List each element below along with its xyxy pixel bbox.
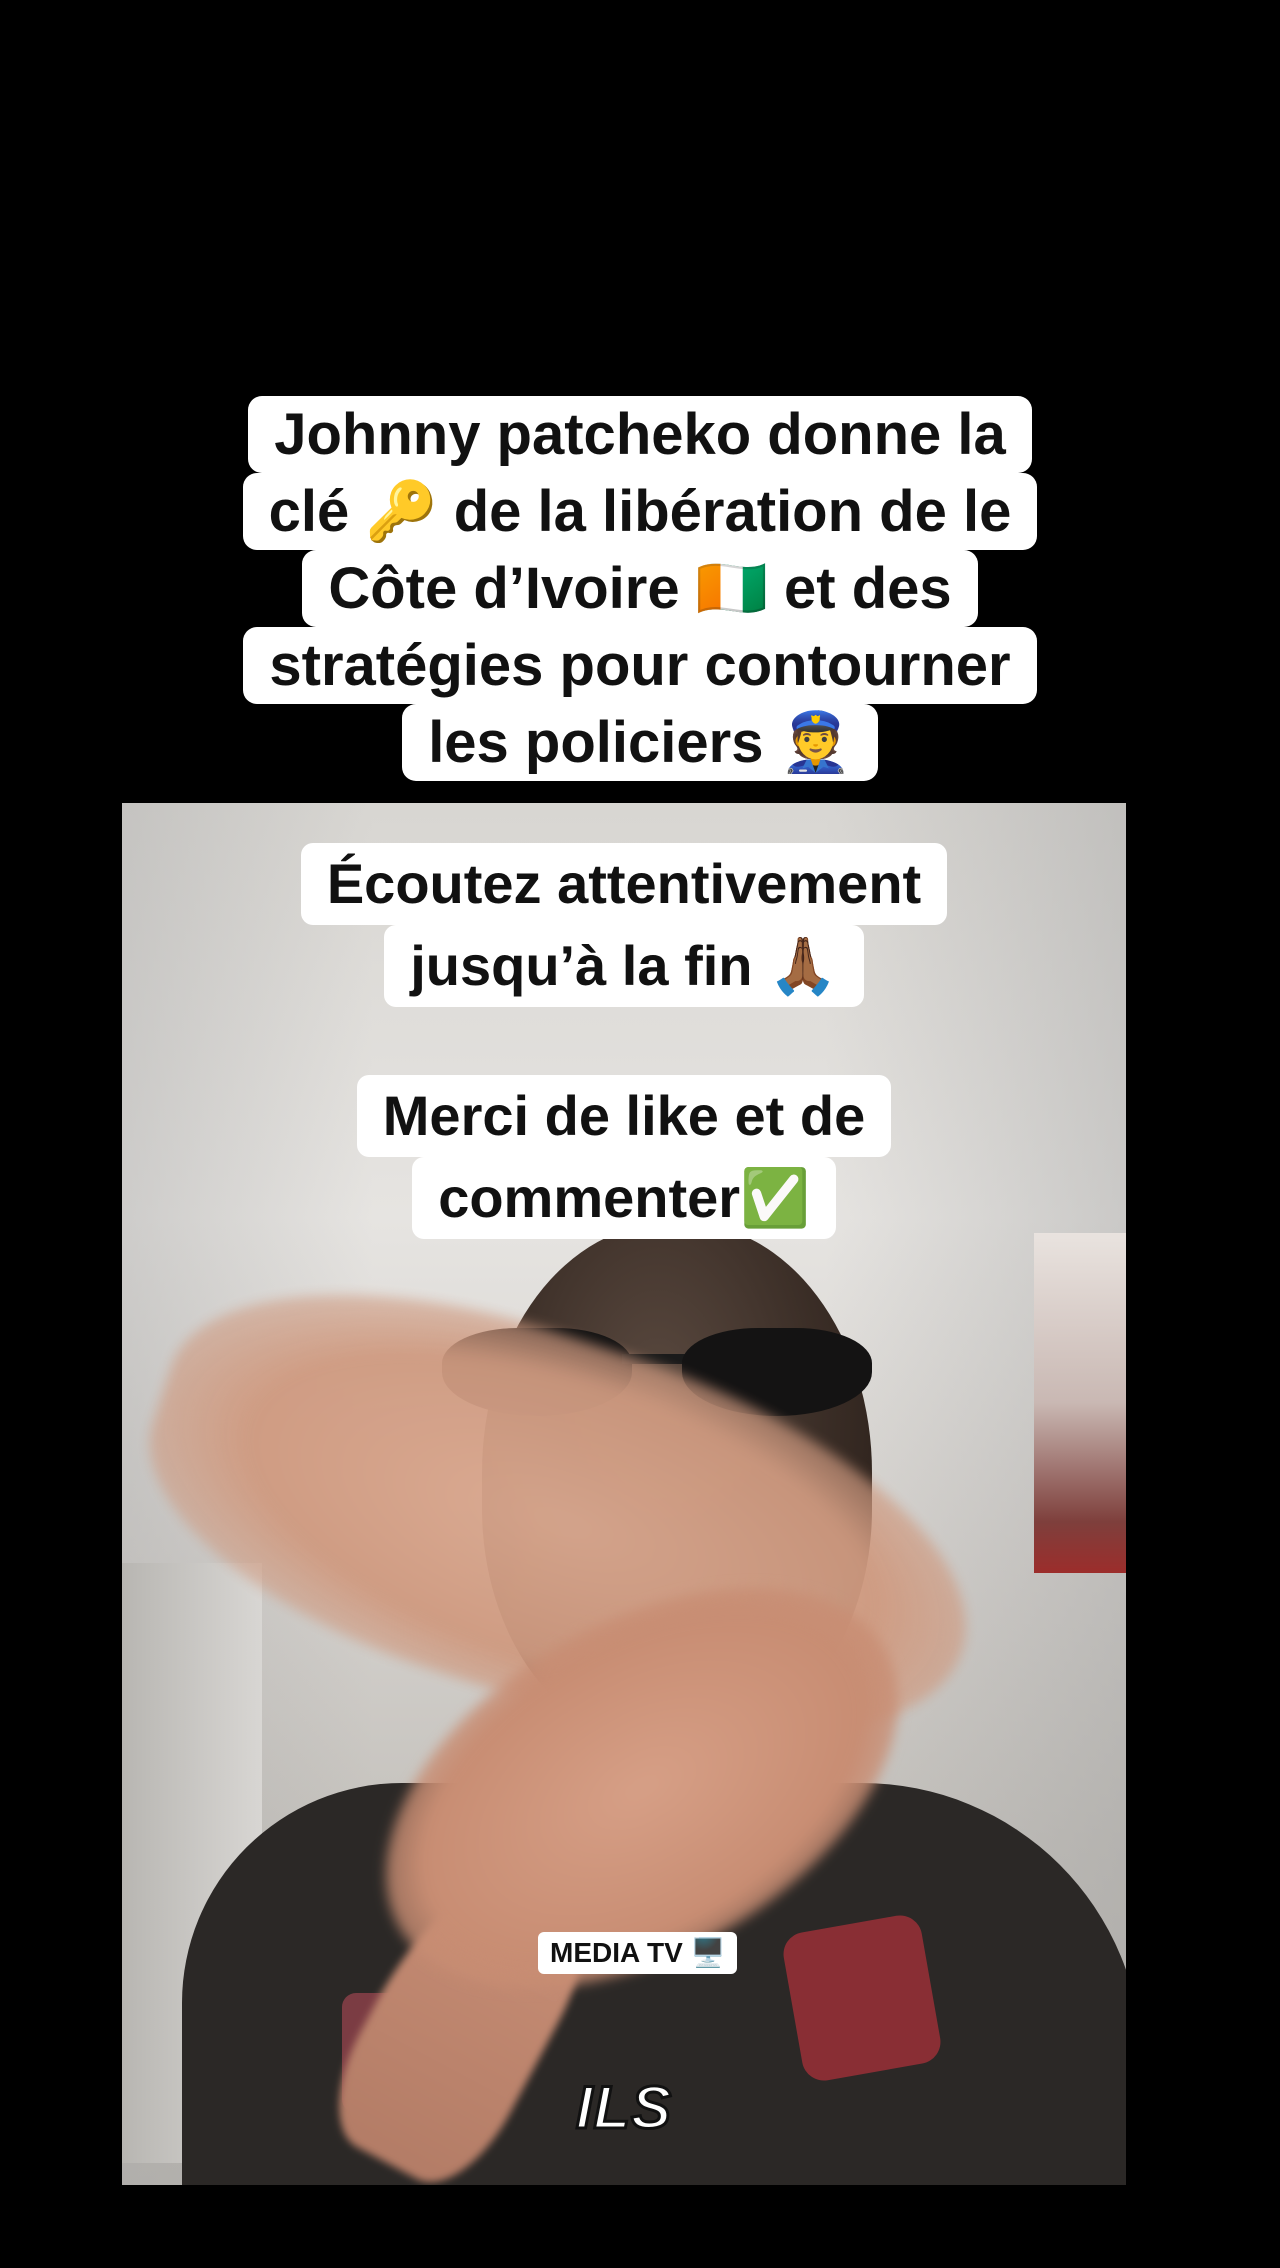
caption-line: jusqu’à la fin 🙏🏾 [384,925,864,1007]
caption-line: les policiers 👮 [402,704,878,781]
caption-line: Merci de like et de [356,1075,892,1157]
video-subtitle-word: ILS [574,2073,673,2143]
video-shirt-logo [780,1911,944,2085]
video-post-screen: Johnny patcheko donne la clé 🔑 de la lib… [0,0,1280,2268]
caption-line: stratégies pour contourner [243,627,1037,704]
caption-line: Johnny patcheko donne la [248,396,1032,473]
video-player[interactable]: Écoutez attentivement jusqu’à la fin 🙏🏾 … [122,803,1126,2185]
caption-line: commenter✅ [412,1157,836,1239]
caption-line: clé 🔑 de la libération de le [242,473,1038,550]
video-wall-poster [1034,1233,1126,1573]
video-caption-listen: Écoutez attentivement jusqu’à la fin 🙏🏾 [122,843,1126,1007]
caption-line: Côte d’Ivoire 🇨🇮 et des [302,550,978,627]
media-tv-badge: MEDIA TV 🖥️ [538,1932,738,1974]
video-caption-like: Merci de like et de commenter✅ [122,1075,1126,1239]
caption-line: Écoutez attentivement [300,843,948,925]
post-title-caption: Johnny patcheko donne la clé 🔑 de la lib… [0,396,1280,792]
